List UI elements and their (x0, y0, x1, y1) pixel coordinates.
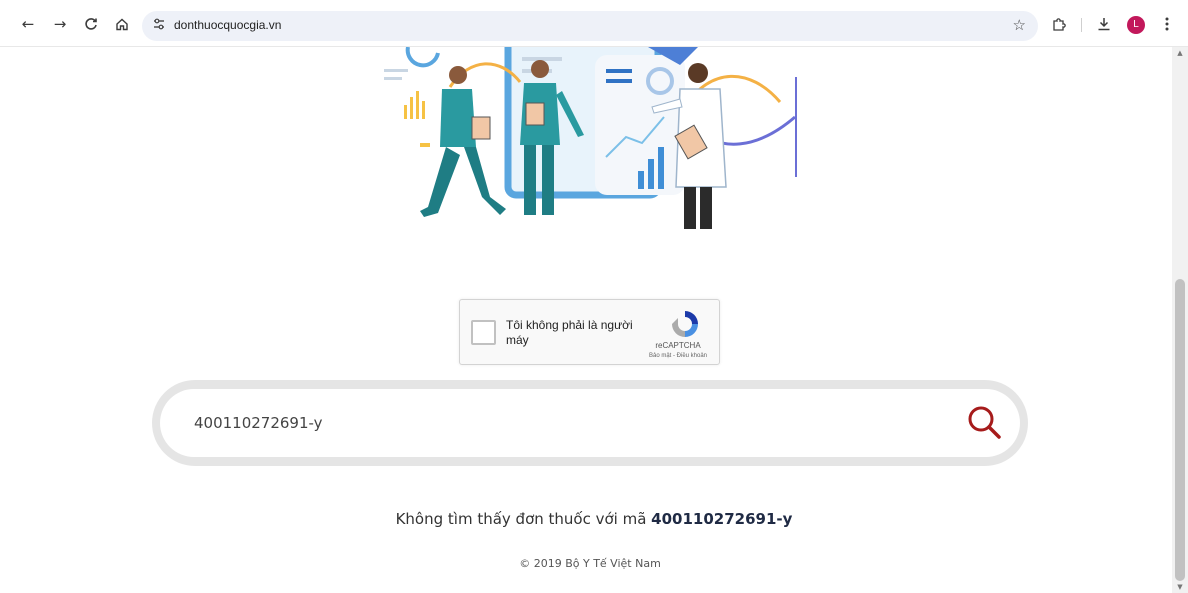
scroll-down-arrow-icon[interactable]: ▼ (1176, 583, 1184, 591)
scroll-up-arrow-icon[interactable]: ▲ (1176, 49, 1184, 57)
recaptcha-logo-icon (672, 311, 698, 337)
puzzle-icon[interactable] (1049, 14, 1069, 34)
address-bar[interactable]: donthuocquocgia.vn ☆ (142, 11, 1038, 41)
forward-arrow-icon[interactable]: → (50, 14, 70, 34)
search-icon[interactable] (966, 404, 1002, 440)
url-text[interactable]: donthuocquocgia.vn (174, 18, 281, 32)
download-icon[interactable] (1094, 14, 1114, 34)
back-arrow-icon[interactable]: ← (18, 14, 38, 34)
recaptcha-terms-link[interactable]: Bảo mật - Điều khoản (636, 353, 720, 359)
recaptcha-widget: Tôi không phải là người máy reCAPTCHA Bả… (459, 299, 720, 365)
copyright-footer: © 2019 Bộ Y Tế Việt Nam (519, 557, 661, 570)
star-icon[interactable]: ☆ (1013, 16, 1026, 34)
toolbar-divider (1081, 18, 1082, 32)
prescription-code: 400110272691-y (651, 510, 793, 528)
tune-icon[interactable] (152, 17, 166, 35)
recaptcha-label: Tôi không phải là người máy (506, 318, 633, 347)
browser-toolbar: ← → donthuocquocgia.vn ☆ L (0, 0, 1188, 47)
recaptcha-brand: reCAPTCHA (655, 341, 701, 350)
home-icon[interactable] (112, 14, 132, 34)
medical-team-illustration (384, 47, 797, 229)
scroll-thumb[interactable] (1175, 279, 1185, 581)
recaptcha-checkbox[interactable] (471, 320, 496, 345)
kebab-menu-icon[interactable] (1157, 14, 1177, 34)
result-message: Không tìm thấy đơn thuốc với mã 40011027… (0, 510, 1188, 528)
result-prefix: Không tìm thấy đơn thuốc với mã (395, 510, 652, 528)
search-input[interactable] (194, 413, 794, 433)
avatar[interactable]: L (1127, 16, 1145, 34)
reload-icon[interactable] (81, 14, 101, 34)
